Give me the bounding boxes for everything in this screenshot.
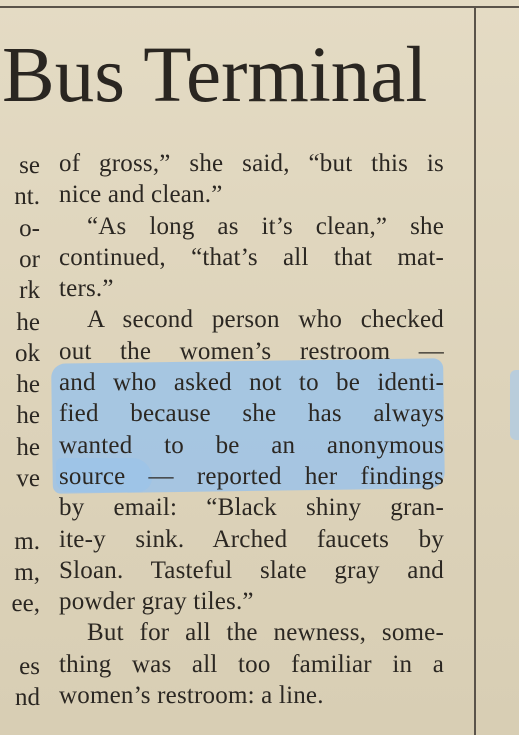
left-column-fragment: he [16,308,40,336]
left-column-fragment: he [16,371,40,399]
article-line: powder gray tiles.” [59,588,254,616]
left-column-fragment: o- [19,214,40,242]
left-column-fragment: nd [15,684,40,712]
article-line: women’s restroom: a line. [59,682,324,710]
left-column-fragment: or [19,245,40,273]
newspaper-clipping: Bus Terminal se nt. o-or rk he ok he he he ve m. m,… [0,0,519,735]
top-column-rule [0,6,519,8]
article-line: continued, “that’s all that mat- [59,243,444,271]
article-column: of gross,” she said, “but this is nice an… [59,148,444,711]
left-column-fragment: he [16,433,40,461]
article-line: and who asked not to be identi- [59,369,444,397]
left-column-fragment: nt. [14,183,40,211]
article-line: of gross,” she said, “but this is [59,150,444,177]
article-line: by email: “Black shiny gran- [59,494,444,522]
article-line: wanted to be an anonymous [59,431,444,459]
left-column-fragment: he [16,402,40,430]
highlighter-edge-mark [510,370,519,440]
article-line: A second person who checked [87,306,444,334]
article-line: But for all the newness, some- [87,619,444,647]
article-line: ite-y sink. Arched faucets by [59,525,444,553]
left-column-fragment: es [19,652,40,680]
article-line: source — reported her findings [59,462,444,490]
left-column-fragment: ee, [11,590,40,618]
article-line: out the women’s restroom — [59,337,444,365]
article-line: fied because she has always [59,400,444,428]
article-line: “As long as it’s clean,” she [87,212,444,240]
left-column-fragment: ok [15,339,40,367]
right-column-rule [474,6,476,735]
article-line: Sloan. Tasteful slate gray and [59,556,444,584]
left-column-fragment: rk [19,277,40,305]
left-column-fragment: se [19,152,40,179]
left-column-fragment: m, [14,558,40,586]
left-column-fragments: se nt. o-or rk he ok he he he ve m. m, ee, es nd [0,150,48,723]
headline: Bus Terminal [2,32,428,119]
left-column-fragment: m. [14,527,40,555]
article-line: thing was all too familiar in a [59,650,444,678]
left-column-fragment: ve [16,465,40,492]
article-line: ters.” [59,275,114,303]
article-line: nice and clean.” [59,181,223,209]
